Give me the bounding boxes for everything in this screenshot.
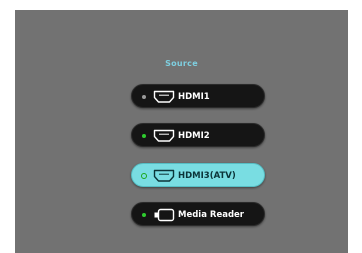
projector-osd-screen: Source HDMI1 HDMI2 HDMI3(ATV) Media Read… xyxy=(15,10,348,253)
source-option-label: HDMI2 xyxy=(178,131,210,141)
source-option-label: HDMI3(ATV) xyxy=(178,171,236,181)
source-option-label: HDMI1 xyxy=(178,92,210,102)
hdmi-connector-icon xyxy=(153,90,175,103)
signal-indicator-dot xyxy=(142,213,146,217)
source-option-label: Media Reader xyxy=(178,210,245,220)
signal-indicator-dot xyxy=(141,173,147,179)
source-menu-title: Source xyxy=(165,59,198,68)
hdmi-connector-icon xyxy=(153,169,175,182)
hdmi-connector-icon xyxy=(153,129,175,142)
source-option-hdmi1[interactable]: HDMI1 xyxy=(131,84,265,108)
source-option-media-reader[interactable]: Media Reader xyxy=(131,202,265,226)
usb-connector-icon xyxy=(154,208,175,222)
source-option-hdmi3-atv[interactable]: HDMI3(ATV) xyxy=(131,163,265,187)
signal-indicator-dot xyxy=(142,134,146,138)
source-option-hdmi2[interactable]: HDMI2 xyxy=(131,123,265,147)
signal-indicator-dot xyxy=(142,95,146,99)
